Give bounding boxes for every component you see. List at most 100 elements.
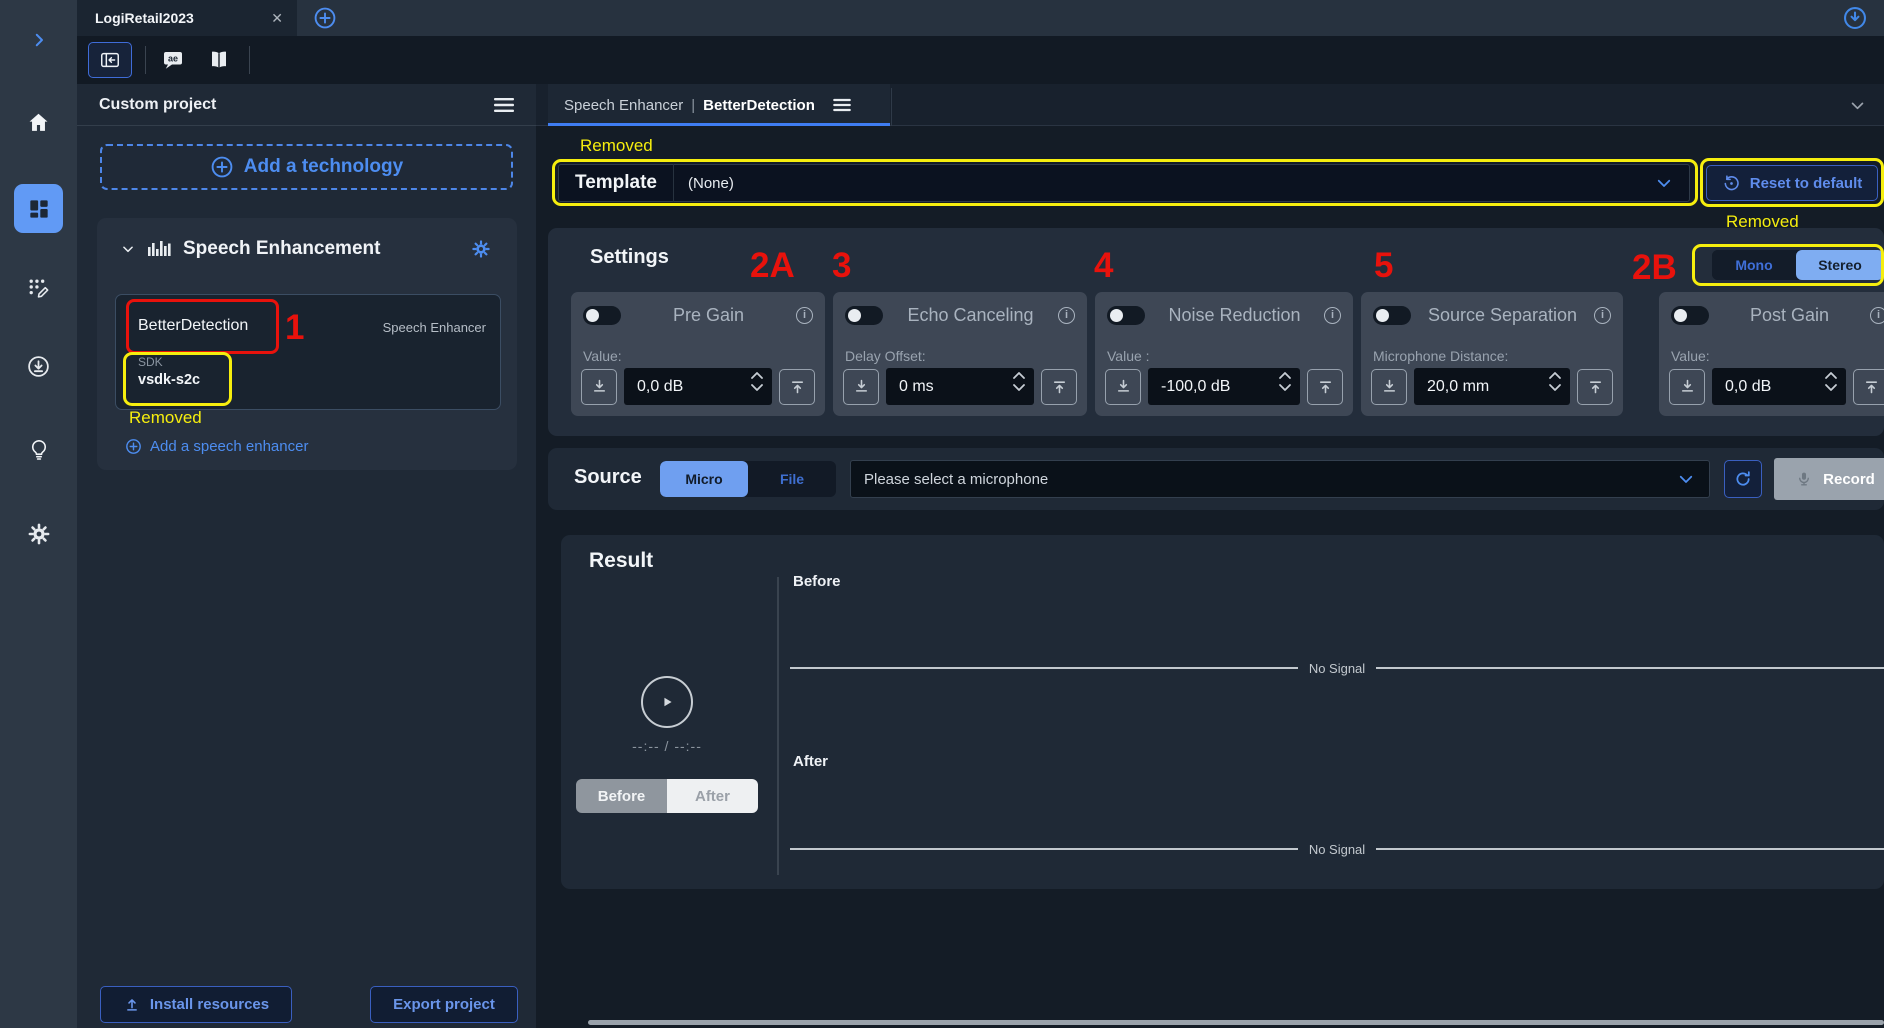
info-icon[interactable]: i	[1870, 307, 1884, 324]
left-icon-rail	[0, 0, 77, 1028]
noise-reduction-value-input[interactable]: -100,0 dB	[1148, 368, 1300, 405]
sdk-label: SDK	[138, 355, 163, 369]
post-gain-toggle[interactable]	[1671, 306, 1709, 325]
export-project-button[interactable]: Export project	[370, 986, 518, 1023]
ab-option-before-selected[interactable]: Before	[576, 779, 667, 813]
refresh-devices-button[interactable]	[1724, 460, 1762, 498]
channel-option-stereo-selected[interactable]: Stereo	[1796, 250, 1884, 280]
tab-menu-hamburger-icon[interactable]	[833, 98, 851, 112]
import-value-button[interactable]	[1669, 369, 1705, 405]
projects-nav-button-selected[interactable]	[14, 184, 63, 233]
import-value-button[interactable]	[1371, 369, 1407, 405]
info-icon[interactable]: i	[1594, 307, 1611, 324]
noise-reduction-value: -100,0 dB	[1148, 378, 1230, 396]
import-value-button[interactable]	[843, 369, 879, 405]
channel-toggle[interactable]: Mono Stereo	[1712, 250, 1884, 280]
record-button[interactable]: Record	[1774, 458, 1884, 500]
export-project-label: Export project	[393, 996, 495, 1013]
value-spinner[interactable]	[750, 371, 764, 392]
setting-card-noise-reduction: Noise Reduction i Value : -100,0 dB	[1095, 292, 1353, 416]
chevron-right-icon	[30, 31, 48, 49]
export-value-button[interactable]	[1307, 369, 1343, 405]
phonetics-tool-button[interactable]: ae	[161, 48, 185, 72]
import-value-button[interactable]	[581, 369, 617, 405]
updates-download-button[interactable]	[1842, 5, 1868, 31]
no-signal-line	[790, 848, 1298, 850]
play-button[interactable]	[641, 676, 693, 728]
template-select[interactable]: (None)	[674, 175, 1655, 192]
add-speech-enhancer-button[interactable]: Add a speech enhancer	[125, 438, 308, 455]
window-tab-bar: LogiRetail2023 ✕	[77, 0, 1884, 36]
close-tab-icon[interactable]: ✕	[271, 10, 283, 27]
download-tray-icon	[1380, 377, 1399, 396]
reset-to-default-button[interactable]: Reset to default	[1706, 165, 1878, 201]
home-nav-button[interactable]	[0, 100, 77, 144]
chat-ae-icon: ae	[161, 48, 185, 72]
value-spinner[interactable]	[1548, 371, 1562, 392]
module-tab-betterdetection[interactable]: Speech Enhancer | BetterDetection	[548, 84, 890, 126]
source-toggle[interactable]: Micro File	[660, 461, 836, 497]
before-after-toggle[interactable]: Before After	[576, 779, 758, 813]
source-label: Source	[574, 466, 642, 489]
source-option-file[interactable]: File	[748, 461, 836, 497]
source-separation-value-input[interactable]: 20,0 mm	[1414, 368, 1570, 405]
post-gain-title: Post Gain	[1709, 305, 1870, 326]
new-tab-button[interactable]	[313, 6, 337, 30]
before-waveform-label: Before	[793, 573, 841, 590]
echo-canceling-toggle[interactable]	[845, 306, 883, 325]
add-technology-button[interactable]: Add a technology	[100, 144, 513, 190]
upload-tray-icon	[1050, 377, 1069, 396]
source-panel: Source Micro File Please select a microp…	[548, 448, 1884, 510]
info-icon[interactable]: i	[1058, 307, 1075, 324]
project-tab[interactable]: LogiRetail2023 ✕	[77, 0, 297, 36]
spinner-down-icon	[1278, 383, 1292, 392]
horizontal-scrollbar[interactable]	[588, 1020, 1884, 1025]
value-spinner[interactable]	[1824, 371, 1838, 392]
export-value-button[interactable]	[1853, 369, 1884, 405]
group-settings-gear-icon[interactable]	[471, 239, 491, 259]
pre-gain-toggle[interactable]	[583, 306, 621, 325]
pre-gain-value: 0,0 dB	[624, 378, 683, 396]
source-separation-param-label: Microphone Distance:	[1373, 348, 1508, 364]
download-tray-icon	[852, 377, 871, 396]
channel-option-mono[interactable]: Mono	[1712, 250, 1796, 280]
value-spinner[interactable]	[1012, 371, 1026, 392]
enhancer-item-betterdetection[interactable]: BetterDetection Speech Enhancer SDK vsdk…	[115, 294, 501, 410]
settings-title: Settings	[590, 246, 669, 269]
pre-gain-title: Pre Gain	[621, 305, 796, 326]
template-chevron-down-icon[interactable]	[1655, 174, 1673, 192]
source-separation-toggle[interactable]	[1373, 306, 1411, 325]
info-icon[interactable]: i	[796, 307, 813, 324]
settings-panel: Settings Mono Stereo Pre Gain i Value: 0…	[548, 228, 1884, 436]
hamburger-menu-icon[interactable]	[494, 97, 514, 113]
source-separation-value: 20,0 mm	[1414, 378, 1489, 396]
install-resources-button[interactable]: Install resources	[100, 986, 292, 1023]
module-tab-module: Speech Enhancer	[564, 97, 683, 114]
source-option-micro-selected[interactable]: Micro	[660, 461, 748, 497]
no-signal-text: No Signal	[1298, 842, 1376, 857]
export-value-button[interactable]	[779, 369, 815, 405]
export-value-button[interactable]	[1577, 369, 1613, 405]
settings-nav-button[interactable]	[0, 512, 77, 556]
dictionary-tool-button[interactable]	[207, 48, 231, 72]
downloads-nav-button[interactable]	[0, 344, 77, 388]
upload-tray-icon	[1586, 377, 1605, 396]
pre-gain-value-input[interactable]: 0,0 dB	[624, 368, 772, 405]
microphone-select[interactable]: Please select a microphone	[850, 460, 1710, 498]
value-spinner[interactable]	[1278, 371, 1292, 392]
ab-option-after[interactable]: After	[667, 779, 758, 813]
speech-enhancement-header[interactable]: Speech Enhancement	[97, 234, 517, 264]
expand-sidebar-button[interactable]	[0, 18, 77, 62]
post-gain-value-input[interactable]: 0,0 dB	[1712, 368, 1846, 405]
noise-reduction-toggle[interactable]	[1107, 306, 1145, 325]
tab-list-chevron-icon[interactable]	[1849, 97, 1866, 114]
help-nav-button[interactable]	[0, 428, 77, 472]
echo-canceling-value-input[interactable]: 0 ms	[886, 368, 1034, 405]
toggle-panel-button[interactable]	[88, 42, 132, 78]
import-value-button[interactable]	[1105, 369, 1141, 405]
project-edit-nav-button[interactable]	[0, 266, 77, 310]
info-icon[interactable]: i	[1324, 307, 1341, 324]
dashboard-grid-icon	[26, 196, 52, 222]
post-gain-param-label: Value:	[1671, 348, 1710, 364]
export-value-button[interactable]	[1041, 369, 1077, 405]
